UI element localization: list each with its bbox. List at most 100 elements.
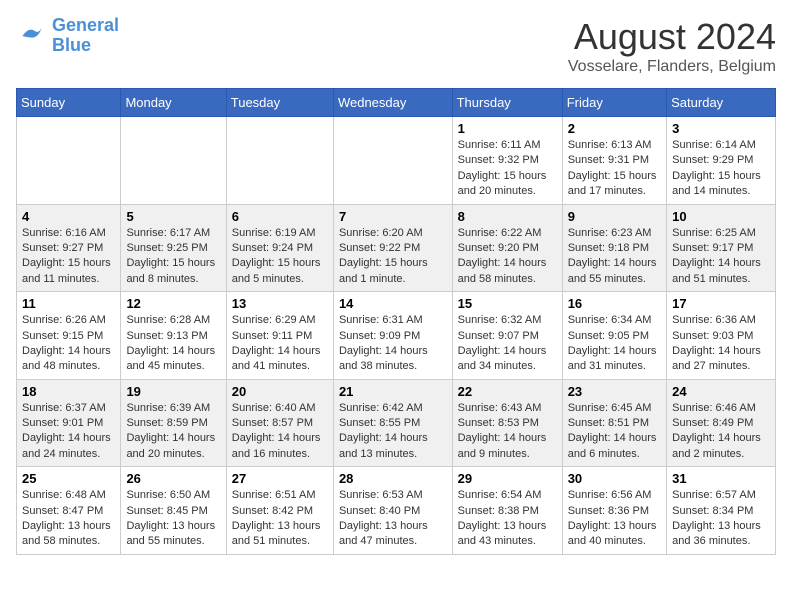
calendar-cell: 10 Sunrise: 6:25 AM Sunset: 9:17 PM Dayli…	[667, 204, 776, 292]
day-info: Sunrise: 6:31 AM Sunset: 9:09 PM Dayligh…	[339, 313, 447, 375]
day-number: 30	[568, 471, 661, 486]
day-info: Sunrise: 6:40 AM Sunset: 8:57 PM Dayligh…	[232, 401, 328, 463]
weekday-header-friday: Friday	[562, 89, 666, 117]
calendar-cell: 30 Sunrise: 6:56 AM Sunset: 8:36 PM Dayli…	[562, 467, 666, 555]
calendar-week-5: 25 Sunrise: 6:48 AM Sunset: 8:47 PM Dayli…	[17, 467, 776, 555]
calendar-cell: 11 Sunrise: 6:26 AM Sunset: 9:15 PM Dayli…	[17, 292, 121, 380]
weekday-header-saturday: Saturday	[667, 89, 776, 117]
calendar-cell: 8 Sunrise: 6:22 AM Sunset: 9:20 PM Daylig…	[452, 204, 562, 292]
day-number: 6	[232, 209, 328, 224]
day-number: 12	[126, 296, 220, 311]
calendar-cell: 26 Sunrise: 6:50 AM Sunset: 8:45 PM Dayli…	[121, 467, 226, 555]
day-info: Sunrise: 6:11 AM Sunset: 9:32 PM Dayligh…	[458, 138, 557, 200]
day-info: Sunrise: 6:32 AM Sunset: 9:07 PM Dayligh…	[458, 313, 557, 375]
day-number: 3	[672, 121, 770, 136]
day-number: 26	[126, 471, 220, 486]
calendar-cell: 14 Sunrise: 6:31 AM Sunset: 9:09 PM Dayli…	[333, 292, 452, 380]
day-number: 22	[458, 384, 557, 399]
calendar-cell: 22 Sunrise: 6:43 AM Sunset: 8:53 PM Dayli…	[452, 379, 562, 467]
day-info: Sunrise: 6:43 AM Sunset: 8:53 PM Dayligh…	[458, 401, 557, 463]
calendar-week-1: 1 Sunrise: 6:11 AM Sunset: 9:32 PM Daylig…	[17, 117, 776, 205]
day-number: 9	[568, 209, 661, 224]
weekday-header-tuesday: Tuesday	[226, 89, 333, 117]
day-number: 15	[458, 296, 557, 311]
day-info: Sunrise: 6:48 AM Sunset: 8:47 PM Dayligh…	[22, 488, 115, 550]
calendar-cell: 3 Sunrise: 6:14 AM Sunset: 9:29 PM Daylig…	[667, 117, 776, 205]
day-number: 1	[458, 121, 557, 136]
day-number: 7	[339, 209, 447, 224]
weekday-header-sunday: Sunday	[17, 89, 121, 117]
day-info: Sunrise: 6:14 AM Sunset: 9:29 PM Dayligh…	[672, 138, 770, 200]
calendar-cell: 6 Sunrise: 6:19 AM Sunset: 9:24 PM Daylig…	[226, 204, 333, 292]
logo-text: General Blue	[52, 16, 119, 56]
calendar-cell: 27 Sunrise: 6:51 AM Sunset: 8:42 PM Dayli…	[226, 467, 333, 555]
day-number: 11	[22, 296, 115, 311]
calendar-cell: 13Sunrise: 6:29 AM Sunset: 9:11 PM Dayli…	[226, 292, 333, 380]
calendar-cell	[333, 117, 452, 205]
day-info: Sunrise: 6:54 AM Sunset: 8:38 PM Dayligh…	[458, 488, 557, 550]
calendar-cell: 2 Sunrise: 6:13 AM Sunset: 9:31 PM Daylig…	[562, 117, 666, 205]
main-title: August 2024	[568, 16, 776, 58]
day-info: Sunrise: 6:25 AM Sunset: 9:17 PM Dayligh…	[672, 226, 770, 288]
day-info: Sunrise: 6:13 AM Sunset: 9:31 PM Dayligh…	[568, 138, 661, 200]
weekday-header-thursday: Thursday	[452, 89, 562, 117]
calendar-cell	[17, 117, 121, 205]
calendar-cell: 7 Sunrise: 6:20 AM Sunset: 9:22 PM Daylig…	[333, 204, 452, 292]
day-info: Sunrise: 6:22 AM Sunset: 9:20 PM Dayligh…	[458, 226, 557, 288]
day-number: 21	[339, 384, 447, 399]
day-number: 4	[22, 209, 115, 224]
day-number: 16	[568, 296, 661, 311]
day-info: Sunrise: 6:20 AM Sunset: 9:22 PM Dayligh…	[339, 226, 447, 288]
day-info: Sunrise: 6:16 AM Sunset: 9:27 PM Dayligh…	[22, 226, 115, 288]
day-info: Sunrise: 6:51 AM Sunset: 8:42 PM Dayligh…	[232, 488, 328, 550]
weekday-header-monday: Monday	[121, 89, 226, 117]
calendar-cell: 17Sunrise: 6:36 AM Sunset: 9:03 PM Dayli…	[667, 292, 776, 380]
day-number: 14	[339, 296, 447, 311]
day-number: 29	[458, 471, 557, 486]
day-info: Sunrise: 6:56 AM Sunset: 8:36 PM Dayligh…	[568, 488, 661, 550]
title-area: August 2024 Vosselare, Flanders, Belgium	[568, 16, 776, 76]
day-number: 8	[458, 209, 557, 224]
calendar-cell: 29 Sunrise: 6:54 AM Sunset: 8:38 PM Dayli…	[452, 467, 562, 555]
calendar-cell	[121, 117, 226, 205]
day-info: Sunrise: 6:34 AM Sunset: 9:05 PM Dayligh…	[568, 313, 661, 375]
day-info: Sunrise: 6:26 AM Sunset: 9:15 PM Dayligh…	[22, 313, 115, 375]
day-number: 28	[339, 471, 447, 486]
calendar-cell: 21 Sunrise: 6:42 AM Sunset: 8:55 PM Dayli…	[333, 379, 452, 467]
calendar-week-2: 4 Sunrise: 6:16 AM Sunset: 9:27 PM Daylig…	[17, 204, 776, 292]
subtitle: Vosselare, Flanders, Belgium	[568, 58, 776, 76]
day-info: Sunrise: 6:46 AM Sunset: 8:49 PM Dayligh…	[672, 401, 770, 463]
day-number: 13	[232, 296, 328, 311]
calendar-week-4: 18Sunrise: 6:37 AM Sunset: 9:01 PM Dayli…	[17, 379, 776, 467]
calendar-cell: 23Sunrise: 6:45 AM Sunset: 8:51 PM Dayli…	[562, 379, 666, 467]
calendar-cell: 24 Sunrise: 6:46 AM Sunset: 8:49 PM Dayli…	[667, 379, 776, 467]
calendar-cell: 5Sunrise: 6:17 AM Sunset: 9:25 PM Daylig…	[121, 204, 226, 292]
day-info: Sunrise: 6:19 AM Sunset: 9:24 PM Dayligh…	[232, 226, 328, 288]
day-number: 23	[568, 384, 661, 399]
day-number: 10	[672, 209, 770, 224]
day-number: 24	[672, 384, 770, 399]
day-info: Sunrise: 6:37 AM Sunset: 9:01 PM Dayligh…	[22, 401, 115, 463]
calendar-cell: 1 Sunrise: 6:11 AM Sunset: 9:32 PM Daylig…	[452, 117, 562, 205]
day-number: 25	[22, 471, 115, 486]
day-info: Sunrise: 6:42 AM Sunset: 8:55 PM Dayligh…	[339, 401, 447, 463]
header: General Blue August 2024 Vosselare, Flan…	[16, 16, 776, 76]
day-number: 2	[568, 121, 661, 136]
day-number: 20	[232, 384, 328, 399]
day-number: 27	[232, 471, 328, 486]
day-info: Sunrise: 6:36 AM Sunset: 9:03 PM Dayligh…	[672, 313, 770, 375]
day-number: 5	[126, 209, 220, 224]
calendar-cell: 20 Sunrise: 6:40 AM Sunset: 8:57 PM Dayli…	[226, 379, 333, 467]
day-info: Sunrise: 6:57 AM Sunset: 8:34 PM Dayligh…	[672, 488, 770, 550]
calendar-week-3: 11 Sunrise: 6:26 AM Sunset: 9:15 PM Dayli…	[17, 292, 776, 380]
calendar-cell: 28Sunrise: 6:53 AM Sunset: 8:40 PM Dayli…	[333, 467, 452, 555]
weekday-header-wednesday: Wednesday	[333, 89, 452, 117]
calendar-cell	[226, 117, 333, 205]
calendar-cell: 31Sunrise: 6:57 AM Sunset: 8:34 PM Dayli…	[667, 467, 776, 555]
day-info: Sunrise: 6:50 AM Sunset: 8:45 PM Dayligh…	[126, 488, 220, 550]
day-info: Sunrise: 6:28 AM Sunset: 9:13 PM Dayligh…	[126, 313, 220, 375]
calendar-cell: 9Sunrise: 6:23 AM Sunset: 9:18 PM Daylig…	[562, 204, 666, 292]
calendar-cell: 4 Sunrise: 6:16 AM Sunset: 9:27 PM Daylig…	[17, 204, 121, 292]
day-info: Sunrise: 6:39 AM Sunset: 8:59 PM Dayligh…	[126, 401, 220, 463]
calendar-cell: 12 Sunrise: 6:28 AM Sunset: 9:13 PM Dayli…	[121, 292, 226, 380]
